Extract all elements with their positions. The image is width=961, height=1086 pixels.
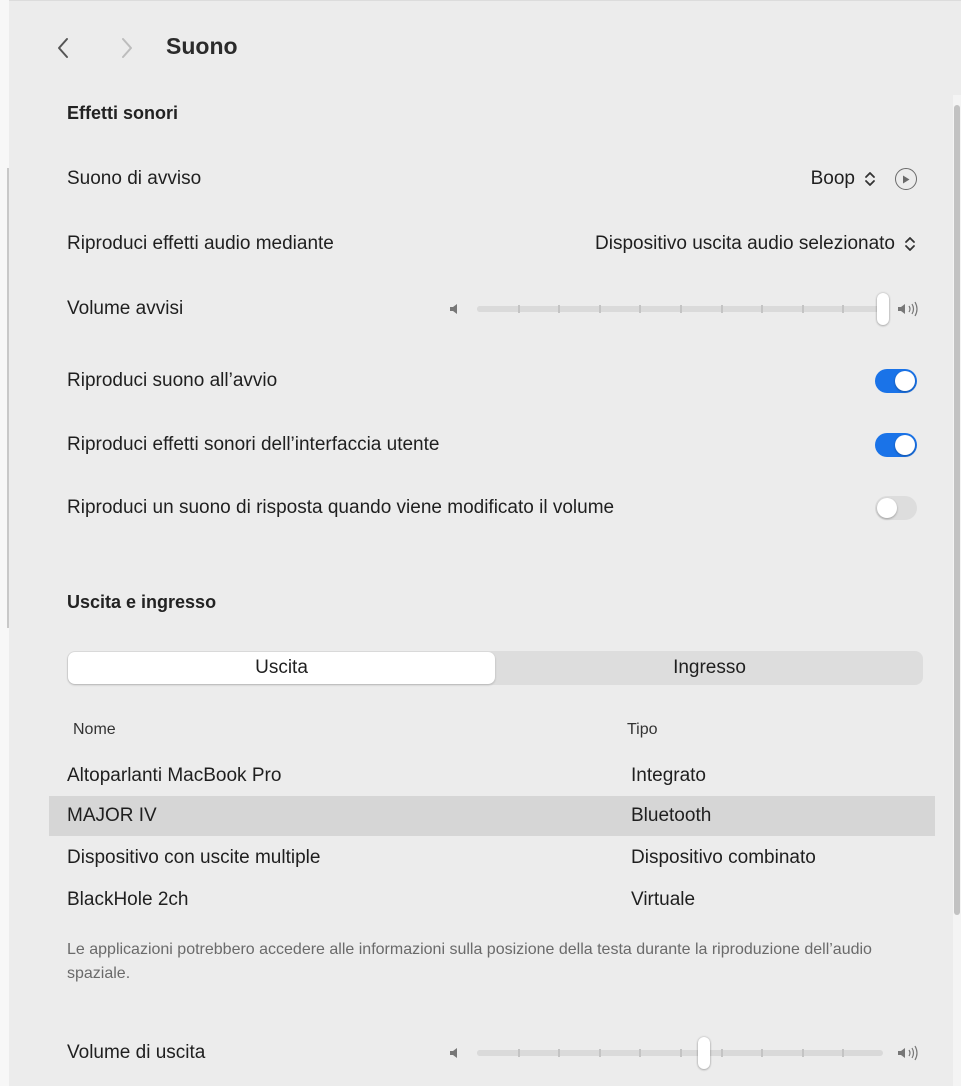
section-title-sound-effects: Effetti sonori [67,103,178,123]
slider-tick [639,1049,642,1057]
speaker-low-icon [450,1048,457,1058]
chevron-right-icon [122,38,132,58]
alert-sound-controls: Boop [811,168,917,190]
output-input-tabs: Uscita Ingresso [67,651,923,685]
slider-tick [639,305,642,313]
left-edge [0,0,9,1086]
alert-volume-track[interactable] [477,293,889,325]
column-type[interactable]: Tipo [627,721,658,739]
slider-tick [842,305,845,313]
startup-sound-row: Riproduci suono all’avvio [49,349,935,413]
volume-feedback-row: Riproduci un suono di risposta quando vi… [49,476,935,540]
scrollbar-thumb[interactable] [954,105,960,915]
output-volume-fill [477,1050,705,1056]
toolbar: Suono [9,1,961,95]
device-type: Bluetooth [631,805,712,826]
back-button[interactable] [51,31,75,65]
slider-tick [598,1049,601,1057]
volume-feedback-label: Riproduci un suono di risposta quando vi… [67,497,615,518]
speaker-high-icon [898,301,918,317]
alert-sound-value: Boop [810,168,855,189]
device-name: BlackHole 2ch [67,889,189,910]
device-name: Dispositivo con uscite multiple [67,847,321,868]
column-name[interactable]: Nome [73,721,116,739]
slider-tick [761,1049,764,1057]
device-type: Dispositivo combinato [631,847,816,868]
slider-tick [801,305,804,313]
slider-tick [517,1049,520,1057]
slider-tick [558,305,561,313]
slider-tick [558,1049,561,1057]
slider-tick [680,305,682,313]
output-volume-slider[interactable] [449,1037,921,1069]
chevron-updown-icon [865,172,875,186]
play-through-row: Riproduci effetti audio mediante Disposi… [49,212,935,276]
device-name: MAJOR IV [67,805,157,826]
output-volume-row: Volume di uscita [49,1021,935,1085]
alert-sound-popup[interactable]: Boop [811,168,877,190]
spatial-audio-note: Le applicazioni potrebbero accedere alle… [67,941,872,982]
output-volume-track[interactable] [477,1037,883,1069]
toggle-knob [895,371,915,391]
alert-volume-knob[interactable] [877,293,889,325]
alert-volume-slider[interactable] [449,293,921,325]
ui-sounds-row: Riproduci effetti sonori dell’interfacci… [49,413,935,477]
device-table-header: Nome Tipo [49,711,935,749]
ui-sounds-toggle[interactable] [875,433,917,457]
tab-output[interactable]: Uscita [68,652,495,684]
play-through-popup[interactable]: Dispositivo uscita audio selezionato [595,233,917,255]
startup-sound-toggle[interactable] [875,369,917,393]
output-volume-knob[interactable] [698,1037,711,1069]
settings-content: Effetti sonori Suono di avviso Boop Ripr… [9,95,953,1086]
speaker-low-icon [450,304,457,314]
scrollbar[interactable] [953,95,961,1086]
toggle-knob [877,498,897,518]
play-through-label: Riproduci effetti audio mediante [67,233,334,254]
slider-tick [680,1049,682,1057]
chevron-left-icon [58,38,68,58]
alert-sound-label: Suono di avviso [67,168,202,189]
slider-tick [720,1049,723,1057]
device-name: Altoparlanti MacBook Pro [67,765,282,786]
play-alert-button[interactable] [895,168,917,190]
forward-button[interactable] [115,31,139,65]
alert-volume-label: Volume avvisi [67,298,184,319]
chevron-updown-icon [905,237,915,251]
toggle-knob [895,435,915,455]
section-title-output-input: Uscita e ingresso [67,592,217,612]
device-row[interactable]: Altoparlanti MacBook Pro Integrato [49,756,935,796]
slider-tick [801,1049,804,1057]
alert-sound-row: Suono di avviso Boop [49,147,935,211]
play-through-value: Dispositivo uscita audio selezionato [595,233,895,254]
output-volume-label: Volume di uscita [67,1042,206,1063]
device-type: Integrato [631,765,706,786]
speaker-high-icon [898,1045,918,1061]
device-row[interactable]: Dispositivo con uscite multiple Disposit… [49,838,935,878]
slider-tick [720,305,723,313]
volume-feedback-toggle[interactable] [875,496,917,520]
slider-tick [598,305,601,313]
slider-tick [517,305,520,313]
startup-sound-label: Riproduci suono all’avvio [67,370,278,391]
slider-tick [761,305,764,313]
alert-volume-row: Volume avvisi [49,277,935,341]
device-row-selected[interactable]: MAJOR IV Bluetooth [49,796,935,836]
play-icon [903,175,910,183]
slider-tick [842,1049,845,1057]
device-row[interactable]: BlackHole 2ch Virtuale [49,880,935,920]
ui-sounds-label: Riproduci effetti sonori dell’interfacci… [67,434,440,455]
device-type: Virtuale [631,889,696,910]
page-title: Suono [166,33,238,59]
settings-window: Suono Effetti sonori Suono di avviso Boo… [9,0,961,1086]
tab-input[interactable]: Ingresso [496,651,923,685]
